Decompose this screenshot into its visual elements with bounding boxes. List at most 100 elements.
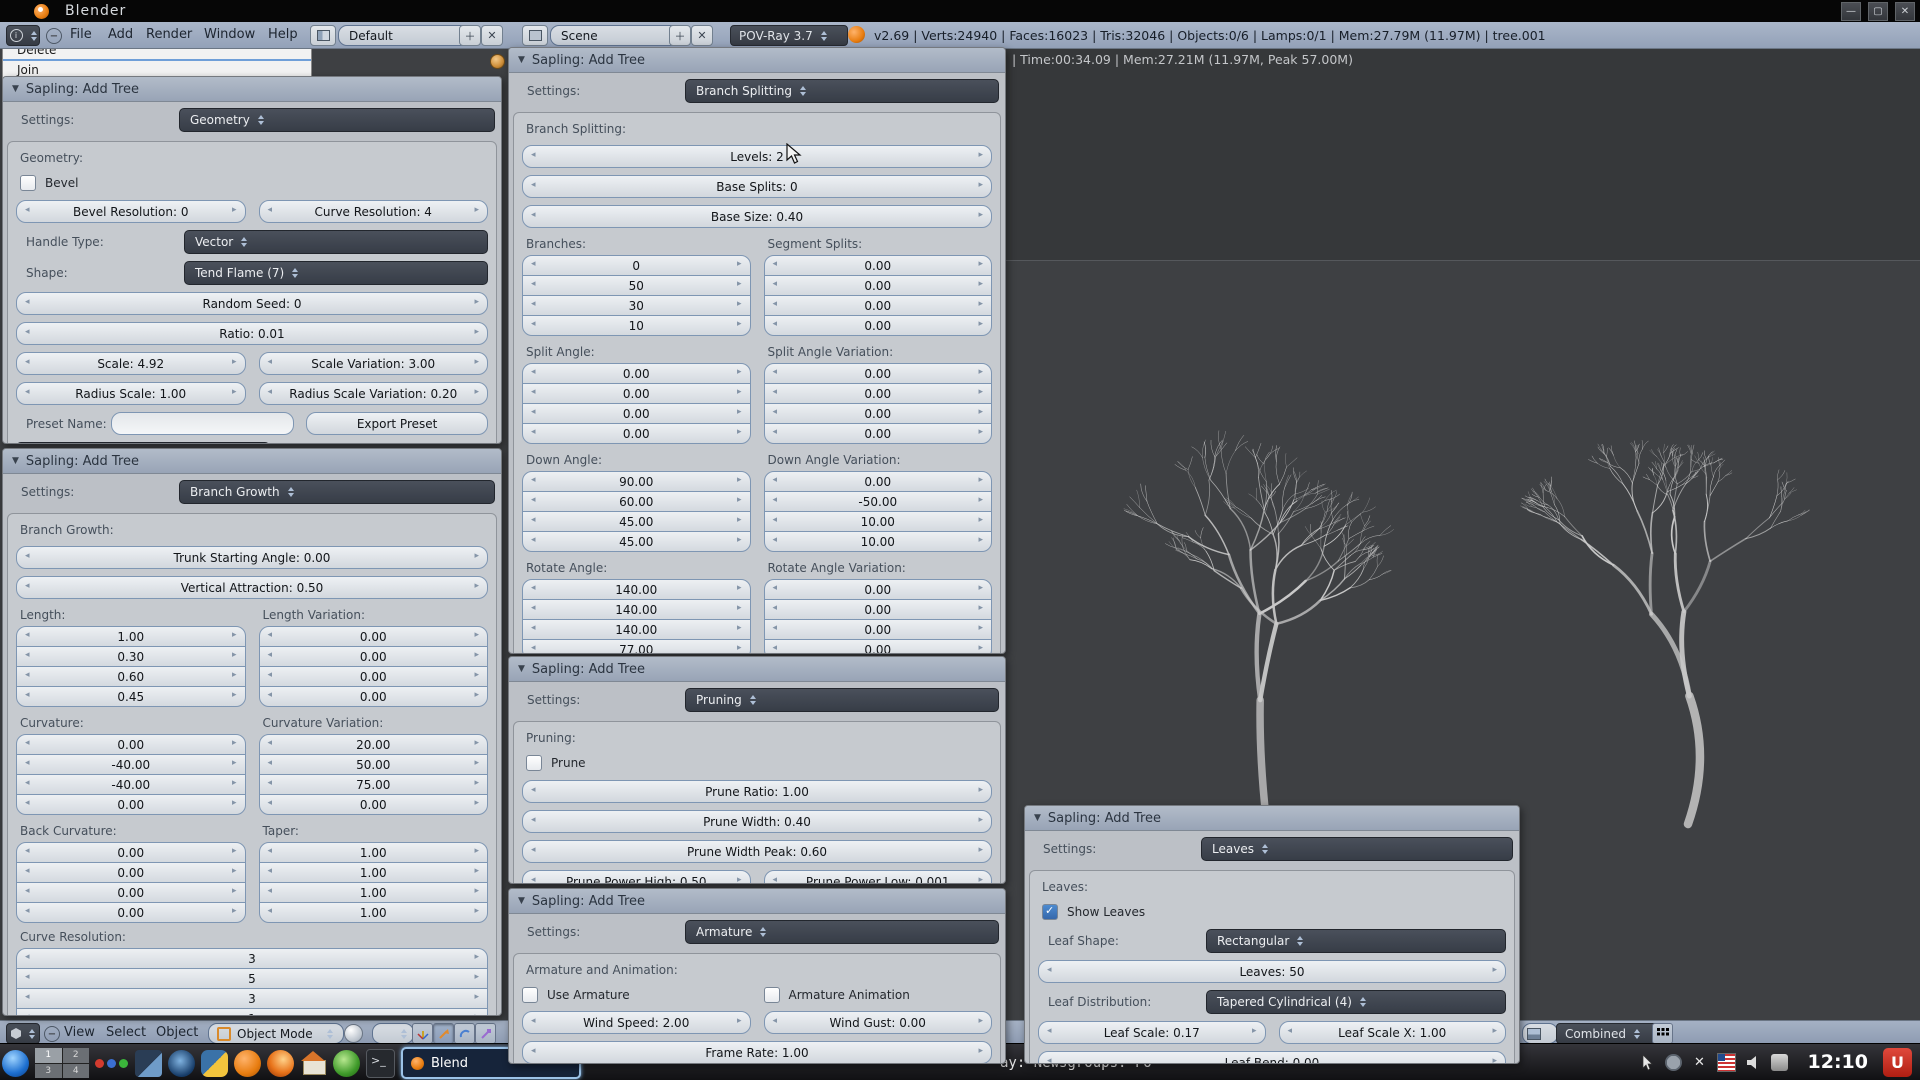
decrement-arrow-icon[interactable]: ◂ bbox=[25, 906, 30, 916]
number-field[interactable]: ◂75.00▸ bbox=[259, 774, 489, 795]
increment-arrow-icon[interactable]: ▸ bbox=[232, 846, 237, 856]
panel-header[interactable]: ▼ Sapling: Add Tree bbox=[509, 657, 1005, 682]
volume-tray-icon[interactable] bbox=[1745, 1054, 1762, 1071]
scale-variation-slider[interactable]: ◂Scale Variation: 3.00▸ bbox=[259, 352, 489, 375]
decrement-arrow-icon[interactable]: ◂ bbox=[25, 866, 30, 876]
manipulator-scale-button[interactable] bbox=[475, 1023, 496, 1044]
number-field[interactable]: ◂10.00▸ bbox=[764, 531, 993, 552]
armature-animation-checkbox[interactable] bbox=[764, 987, 780, 1003]
preset-name-input[interactable] bbox=[111, 412, 294, 435]
number-field[interactable]: ◂0.00▸ bbox=[764, 403, 993, 424]
increment-arrow-icon[interactable]: ▸ bbox=[978, 643, 983, 653]
home-folder-icon[interactable] bbox=[300, 1050, 327, 1077]
base-splits-slider[interactable]: ◂Base Splits: 0▸ bbox=[522, 175, 992, 198]
number-field[interactable]: ◂5▸ bbox=[16, 968, 488, 989]
delete-scene-button[interactable]: ✕ bbox=[691, 25, 713, 46]
decrement-arrow-icon[interactable]: ◂ bbox=[25, 846, 30, 856]
increment-arrow-icon[interactable]: ▸ bbox=[978, 475, 983, 485]
menu-help[interactable]: Help bbox=[268, 27, 298, 42]
render-engine-dropdown[interactable]: POV-Ray 3.7 bbox=[730, 25, 848, 46]
number-field[interactable]: ◂140.00▸ bbox=[522, 619, 751, 640]
leaves-count-slider[interactable]: ◂Leaves: 50▸ bbox=[1038, 960, 1506, 983]
increment-arrow-icon[interactable]: ▸ bbox=[474, 758, 479, 768]
increment-arrow-icon[interactable]: ▸ bbox=[737, 643, 742, 653]
taskbar-clock[interactable]: 12:10 bbox=[1808, 1051, 1868, 1073]
radius-scale-variation-slider[interactable]: ◂Radius Scale Variation: 0.20▸ bbox=[259, 382, 489, 405]
number-field[interactable]: ◂0.00▸ bbox=[764, 255, 993, 276]
add-layout-button[interactable]: ＋ bbox=[459, 25, 481, 46]
panel-header[interactable]: ▼ Sapling: Add Tree bbox=[3, 77, 501, 102]
number-field[interactable]: ◂0.00▸ bbox=[16, 794, 246, 815]
decrement-arrow-icon[interactable]: ◂ bbox=[773, 427, 778, 437]
number-field[interactable]: ◂0.00▸ bbox=[522, 383, 751, 404]
viewport-menu-object[interactable]: Object bbox=[156, 1025, 198, 1040]
decrement-arrow-icon[interactable]: ◂ bbox=[531, 643, 536, 653]
increment-arrow-icon[interactable]: ▸ bbox=[978, 623, 983, 633]
gear-tray-icon[interactable] bbox=[1665, 1054, 1682, 1071]
tree-wireframes[interactable] bbox=[1004, 250, 1920, 830]
bevel-resolution-slider[interactable]: ◂Bevel Resolution: 0▸ bbox=[16, 200, 246, 223]
scene-icon[interactable] bbox=[522, 25, 548, 46]
workspace-3[interactable]: 3 bbox=[35, 1064, 62, 1079]
number-field[interactable]: ◂3▸ bbox=[16, 988, 488, 1009]
number-field[interactable]: ◂-40.00▸ bbox=[16, 754, 246, 775]
decrement-arrow-icon[interactable]: ◂ bbox=[531, 259, 536, 269]
menu-file[interactable]: File bbox=[70, 27, 92, 42]
increment-arrow-icon[interactable]: ▸ bbox=[474, 1012, 479, 1016]
collapse-triangle-icon[interactable]: ▼ bbox=[518, 55, 525, 65]
increment-arrow-icon[interactable]: ▸ bbox=[474, 738, 479, 748]
increment-arrow-icon[interactable]: ▸ bbox=[232, 778, 237, 788]
number-field[interactable]: ◂0.30▸ bbox=[16, 646, 246, 667]
number-field[interactable]: ◂0.00▸ bbox=[764, 579, 993, 600]
settings-dropdown[interactable]: Leaves bbox=[1201, 837, 1513, 861]
decrement-arrow-icon[interactable]: ◂ bbox=[531, 407, 536, 417]
scissors-tray-icon[interactable]: ✕ bbox=[1691, 1054, 1708, 1071]
curve-resolution-slider[interactable]: ◂Curve Resolution: 4▸ bbox=[259, 200, 489, 223]
flag-tray-icon[interactable] bbox=[1717, 1053, 1736, 1072]
settings-dropdown[interactable]: Geometry bbox=[179, 108, 495, 132]
increment-arrow-icon[interactable]: ▸ bbox=[737, 319, 742, 329]
decrement-arrow-icon[interactable]: ◂ bbox=[531, 515, 536, 525]
leaf-bend-slider[interactable]: ◂Leaf Bend: 0.00▸ bbox=[1038, 1051, 1506, 1064]
shape-dropdown[interactable]: Tend Flame (7) bbox=[184, 261, 488, 285]
collapse-triangle-icon[interactable]: ▼ bbox=[1034, 813, 1041, 823]
prune-width-slider[interactable]: ◂Prune Width: 0.40▸ bbox=[522, 810, 992, 833]
collapse-triangle-icon[interactable]: ▼ bbox=[12, 456, 19, 466]
increment-arrow-icon[interactable]: ▸ bbox=[737, 475, 742, 485]
leaf-distribution-dropdown[interactable]: Tapered Cylindrical (4) bbox=[1206, 990, 1506, 1014]
decrement-arrow-icon[interactable]: ◂ bbox=[268, 798, 273, 808]
number-field[interactable]: ◂0.00▸ bbox=[522, 423, 751, 444]
pivot-dropdown[interactable] bbox=[372, 1023, 414, 1044]
decrement-arrow-icon[interactable]: ◂ bbox=[268, 906, 273, 916]
decrement-arrow-icon[interactable]: ◂ bbox=[531, 299, 536, 309]
viewport-menu-select[interactable]: Select bbox=[106, 1025, 146, 1040]
decrement-arrow-icon[interactable]: ◂ bbox=[25, 690, 30, 700]
number-field[interactable]: ◂0.00▸ bbox=[16, 842, 246, 863]
increment-arrow-icon[interactable]: ▸ bbox=[978, 535, 983, 545]
number-field[interactable]: ◂0.00▸ bbox=[764, 639, 993, 654]
pointer-tray-icon[interactable] bbox=[1639, 1054, 1656, 1071]
decrement-arrow-icon[interactable]: ◂ bbox=[531, 475, 536, 485]
number-field[interactable]: ◂0.00▸ bbox=[16, 862, 246, 883]
decrement-arrow-icon[interactable]: ◂ bbox=[25, 1012, 30, 1016]
decrement-arrow-icon[interactable]: ◂ bbox=[773, 583, 778, 593]
increment-arrow-icon[interactable]: ▸ bbox=[978, 427, 983, 437]
settings-dropdown[interactable]: Armature bbox=[685, 920, 999, 944]
number-field[interactable]: ◂0.00▸ bbox=[764, 471, 993, 492]
number-field[interactable]: ◂1▸ bbox=[16, 1008, 488, 1016]
number-field[interactable]: ◂0.00▸ bbox=[764, 619, 993, 640]
decrement-arrow-icon[interactable]: ◂ bbox=[531, 623, 536, 633]
increment-arrow-icon[interactable]: ▸ bbox=[232, 758, 237, 768]
prune-width-peak-slider[interactable]: ◂Prune Width Peak: 0.60▸ bbox=[522, 840, 992, 863]
leaf-shape-dropdown[interactable]: Rectangular bbox=[1206, 929, 1506, 953]
number-field[interactable]: ◂0.00▸ bbox=[764, 383, 993, 404]
decrement-arrow-icon[interactable]: ◂ bbox=[25, 650, 30, 660]
mode-dropdown[interactable]: Object Mode bbox=[208, 1023, 344, 1044]
number-field[interactable]: ◂90.00▸ bbox=[522, 471, 751, 492]
number-field[interactable]: ◂0.00▸ bbox=[259, 794, 489, 815]
number-field[interactable]: ◂1.00▸ bbox=[16, 626, 246, 647]
editor-type-button[interactable]: i bbox=[6, 25, 40, 46]
number-field[interactable]: ◂0.00▸ bbox=[259, 686, 489, 707]
collapse-triangle-icon[interactable]: ▼ bbox=[518, 896, 525, 906]
decrement-arrow-icon[interactable]: ◂ bbox=[531, 279, 536, 289]
